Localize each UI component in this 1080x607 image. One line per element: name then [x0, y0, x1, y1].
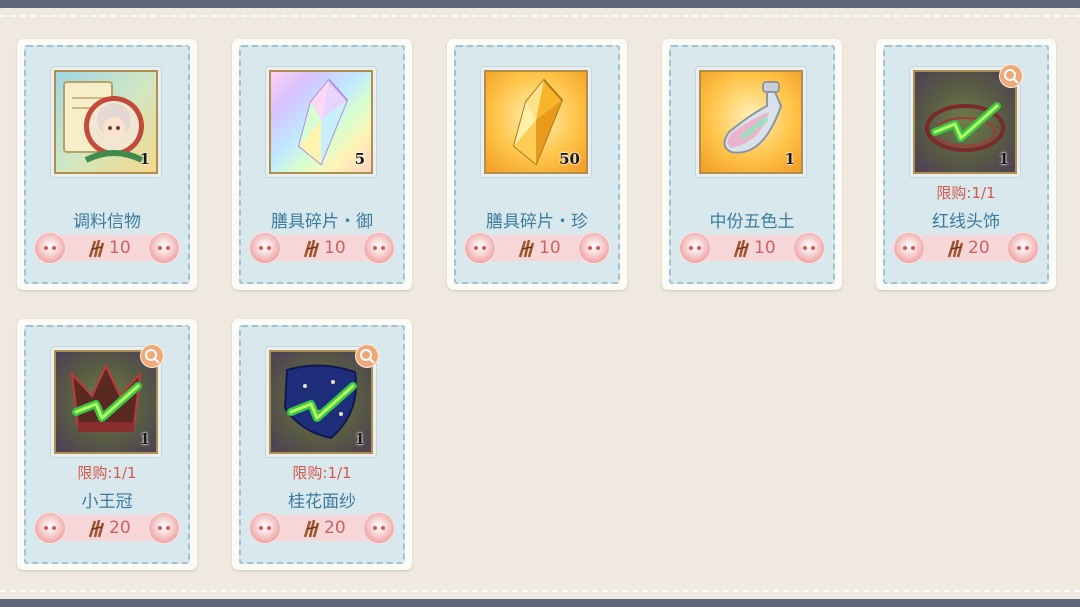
item-icon-frame: 1 [50, 344, 164, 458]
bamboo-currency-icon [733, 239, 750, 258]
shop-item-card[interactable]: 1 限购:1/1 红线头饰 20 [876, 39, 1056, 290]
purchase-limit: 限购:1/1 [936, 184, 996, 202]
item-quantity: 1 [139, 430, 150, 448]
coin-ornament-icon [149, 513, 179, 543]
buy-button[interactable]: 20 [894, 233, 1038, 263]
shop-item-card[interactable]: 50 膳具碎片・珍 10 [447, 39, 627, 290]
shop-item-card[interactable]: 5 膳具碎片・御 10 [232, 39, 412, 290]
item-name: 膳具碎片・御 [271, 212, 373, 232]
item-quantity: 5 [354, 150, 365, 168]
coin-ornament-icon [579, 233, 609, 263]
buy-button[interactable]: 10 [35, 233, 179, 263]
purchase-limit: 限购:1/1 [77, 464, 137, 482]
coin-ornament-icon [250, 513, 280, 543]
item-name: 中份五色土 [709, 212, 795, 232]
item-price: 20 [324, 518, 346, 538]
magnifier-icon[interactable] [999, 64, 1023, 88]
shop-item-card[interactable]: 1 调料信物 10 [17, 39, 197, 290]
item-price: 10 [754, 238, 776, 258]
bamboo-currency-icon [88, 239, 105, 258]
item-quantity: 1 [139, 150, 150, 168]
item-icon-frame: 50 [480, 66, 592, 178]
purchase-limit: 限购:1/1 [292, 464, 352, 482]
item-icon-frame: 1 [50, 66, 162, 178]
coin-ornament-icon [364, 513, 394, 543]
item-price: 10 [539, 238, 561, 258]
buy-button[interactable]: 10 [680, 233, 824, 263]
shop-item-card[interactable]: 1 中份五色土 10 [662, 39, 842, 290]
coin-ornament-icon [250, 233, 280, 263]
item-price: 20 [109, 518, 131, 538]
item-price: 10 [109, 238, 131, 258]
item-icon-frame: 1 [695, 66, 807, 178]
item-name: 红线头饰 [932, 212, 1000, 232]
buy-button[interactable]: 20 [250, 513, 394, 543]
bamboo-currency-icon [303, 239, 320, 258]
item-icon-background: 50 [484, 70, 588, 174]
coin-ornament-icon [35, 233, 65, 263]
item-price: 10 [324, 238, 346, 258]
item-quantity: 50 [559, 150, 580, 168]
item-name: 调料信物 [73, 212, 141, 232]
item-icon-frame: 5 [265, 66, 377, 178]
top-stitch-line [0, 15, 1080, 17]
item-quantity: 1 [354, 430, 365, 448]
bottom-frame-bar [0, 599, 1080, 607]
item-quantity: 1 [998, 150, 1009, 168]
item-name: 小王冠 [81, 492, 133, 512]
magnifier-icon[interactable] [355, 344, 379, 368]
item-quantity: 1 [784, 150, 795, 168]
item-icon-frame: 1 [265, 344, 379, 458]
buy-button[interactable]: 10 [250, 233, 394, 263]
item-icon-background: 1 [699, 70, 803, 174]
bamboo-currency-icon [518, 239, 535, 258]
bamboo-currency-icon [947, 239, 964, 258]
item-icon-background: 5 [269, 70, 373, 174]
coin-ornament-icon [364, 233, 394, 263]
shop-item-card[interactable]: 1 限购:1/1 桂花面纱 20 [232, 319, 412, 570]
bamboo-currency-icon [88, 519, 105, 538]
buy-button[interactable]: 20 [35, 513, 179, 543]
coin-ornament-icon [149, 233, 179, 263]
coin-ornament-icon [1008, 233, 1038, 263]
bamboo-currency-icon [303, 519, 320, 538]
shop-item-card[interactable]: 1 限购:1/1 小王冠 20 [17, 319, 197, 570]
item-icon-frame: 1 [909, 64, 1023, 178]
item-name: 桂花面纱 [288, 492, 356, 512]
item-icon-background: 1 [54, 70, 158, 174]
item-price: 20 [968, 238, 990, 258]
magnifier-icon[interactable] [140, 344, 164, 368]
coin-ornament-icon [794, 233, 824, 263]
top-frame-bar [0, 0, 1080, 8]
coin-ornament-icon [35, 513, 65, 543]
coin-ornament-icon [680, 233, 710, 263]
coin-ornament-icon [894, 233, 924, 263]
bottom-stitch-line [0, 590, 1080, 592]
buy-button[interactable]: 10 [465, 233, 609, 263]
item-name: 膳具碎片・珍 [486, 212, 588, 232]
coin-ornament-icon [465, 233, 495, 263]
